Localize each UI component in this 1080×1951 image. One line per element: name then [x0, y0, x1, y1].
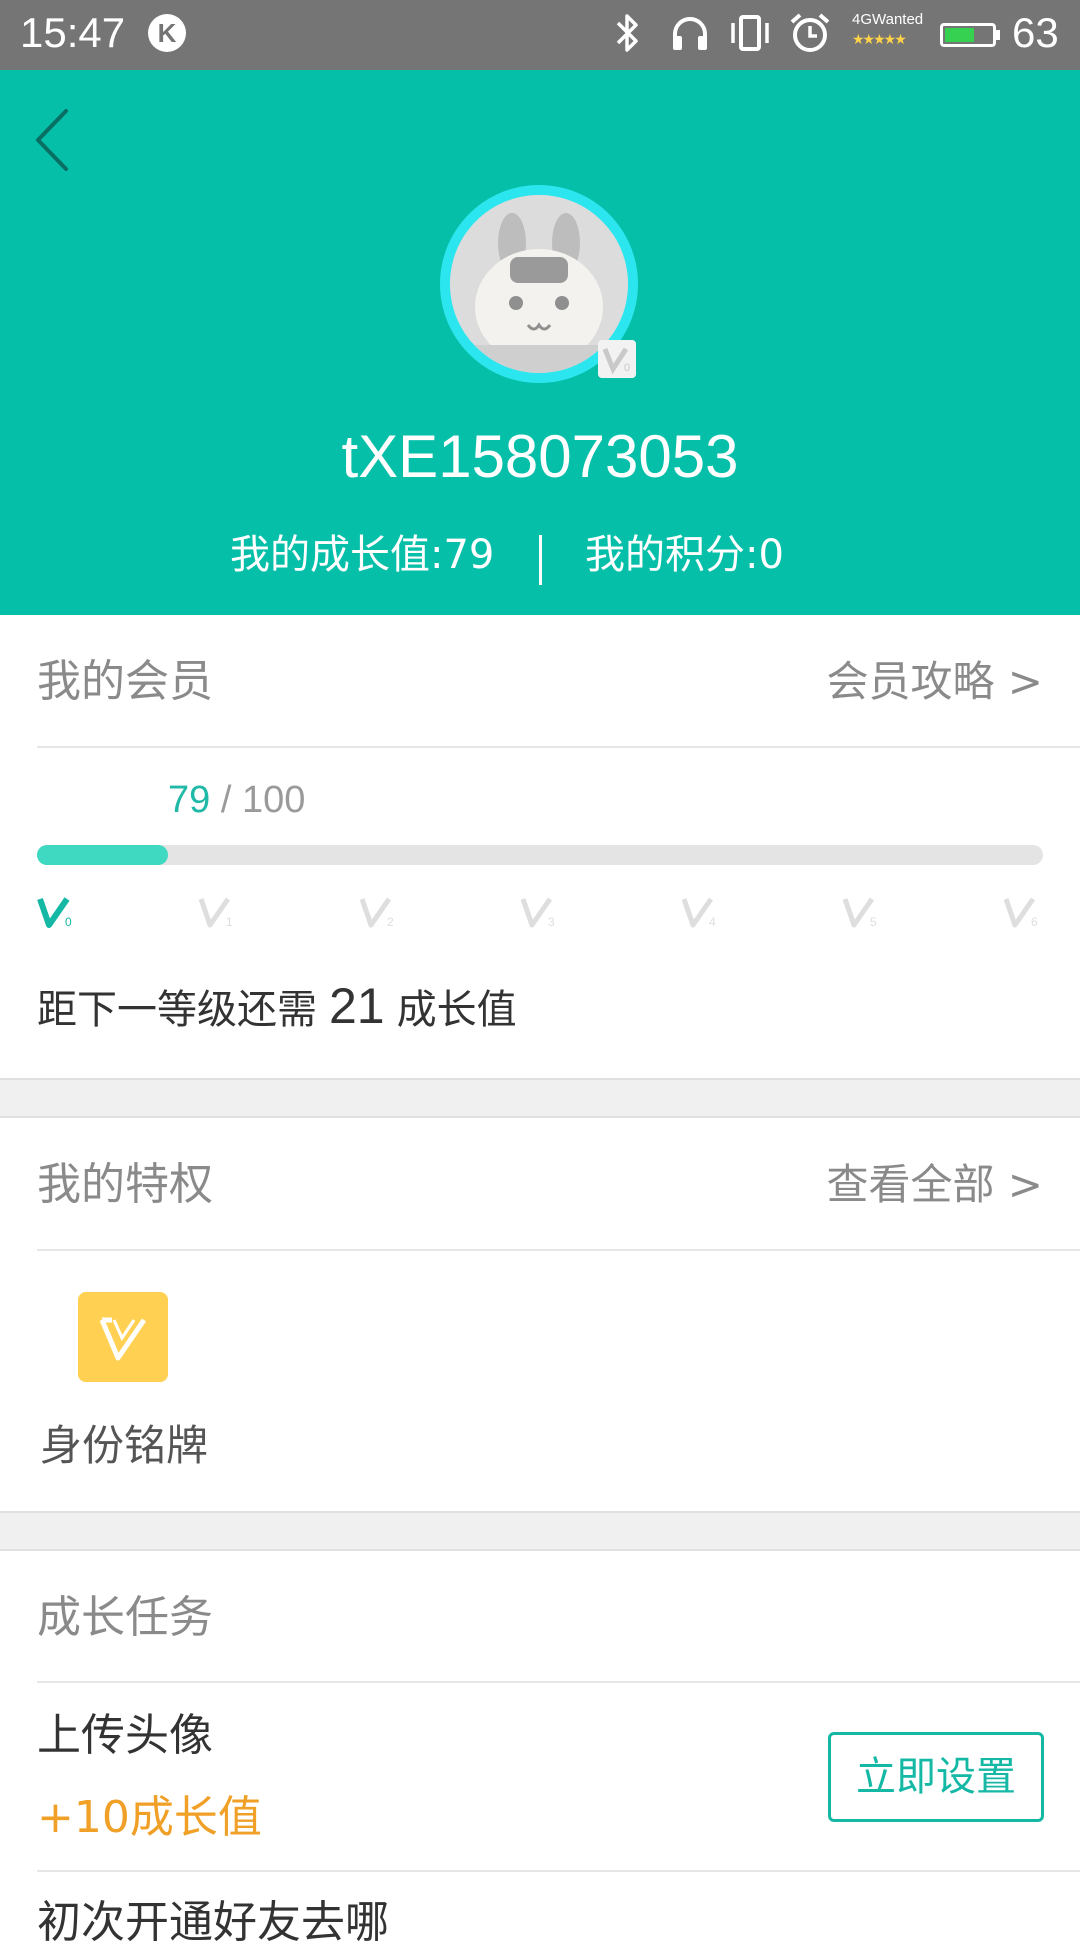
- growth-value-label: 我的成长值:79: [230, 532, 495, 578]
- svg-text:1: 1: [226, 915, 233, 929]
- task-title: 上传头像: [37, 1710, 213, 1761]
- level-v2-icon: 2: [359, 897, 394, 929]
- status-bar: 15:47 K 4GWanted ★★★★★ 63: [0, 0, 1080, 70]
- stats-divider: [539, 535, 542, 585]
- svg-text:4: 4: [709, 915, 716, 929]
- svg-text:6: 6: [1031, 915, 1038, 929]
- task-title: 初次开通好友去哪: [37, 1897, 389, 1948]
- svg-text:2: 2: [387, 915, 394, 929]
- battery-level: [945, 28, 974, 42]
- privileges-title: 我的特权: [37, 1159, 213, 1210]
- growth-separator: /: [210, 779, 242, 821]
- svg-text:3: 3: [548, 915, 555, 929]
- membership-guide-link[interactable]: 会员攻略 >: [826, 654, 1043, 710]
- level-badge-icon: 0: [598, 340, 636, 378]
- divider: [37, 1249, 1080, 1251]
- status-time: 15:47: [20, 9, 126, 56]
- network-label: 4GWanted: [852, 11, 924, 28]
- signal-stars: ★★★★★: [852, 32, 907, 48]
- points-label: 我的积分:0: [585, 532, 784, 578]
- back-arrow-icon: [36, 109, 68, 171]
- membership-title: 我的会员: [37, 656, 213, 707]
- headphones-icon: [673, 17, 707, 50]
- battery-tip: [996, 30, 1000, 40]
- svg-text:5: 5: [870, 915, 877, 929]
- level-v4-icon: 4: [681, 897, 716, 929]
- battery-percent: 63: [1012, 9, 1059, 56]
- growth-progress-bar: [37, 845, 1043, 865]
- task-reward: +10成长值: [37, 1792, 262, 1843]
- level-v0-icon: 0: [37, 897, 72, 929]
- battery-icon: [940, 23, 996, 47]
- next-level-suffix: 成长值: [396, 987, 517, 1033]
- view-all-privileges-link[interactable]: 查看全部 >: [826, 1157, 1043, 1213]
- tasks-title: 成长任务: [37, 1592, 213, 1643]
- growth-progress-fill: [37, 845, 168, 865]
- level-v6-icon: 6: [1003, 897, 1038, 929]
- next-level-prefix: 距下一等级还需: [37, 987, 317, 1033]
- vibrate-icon: [731, 15, 769, 51]
- growth-current: 79: [168, 779, 211, 821]
- svg-text:0: 0: [65, 915, 72, 929]
- level-v3-icon: 3: [520, 897, 555, 929]
- level-v5-icon: 5: [842, 897, 877, 929]
- growth-progress-text: 79 / 100: [168, 775, 305, 825]
- username: tXE158073053: [341, 423, 739, 490]
- level-v1-icon: 1: [198, 897, 233, 929]
- k-app-icon: K: [148, 14, 186, 52]
- next-level-text: 距下一等级还需 21 成长值: [37, 978, 517, 1038]
- bluetooth-icon: [616, 14, 638, 52]
- profile-header: 0 tXE158073053 我的成长值:79 我的积分:0: [0, 70, 1080, 615]
- divider: [37, 1870, 1080, 1872]
- growth-target: 100: [241, 779, 306, 821]
- privilege-label: 身份铭牌: [40, 1421, 209, 1470]
- alarm-icon: [790, 13, 830, 52]
- divider: [37, 746, 1080, 748]
- svg-text:0: 0: [624, 362, 630, 374]
- set-now-button[interactable]: 立即设置: [828, 1732, 1044, 1822]
- section-gap: [0, 1078, 1080, 1118]
- next-level-value: 21: [329, 978, 385, 1034]
- back-button[interactable]: [28, 105, 78, 175]
- divider: [37, 1681, 1080, 1683]
- section-gap: [0, 1511, 1080, 1551]
- v-nameplate-icon: [78, 1292, 168, 1382]
